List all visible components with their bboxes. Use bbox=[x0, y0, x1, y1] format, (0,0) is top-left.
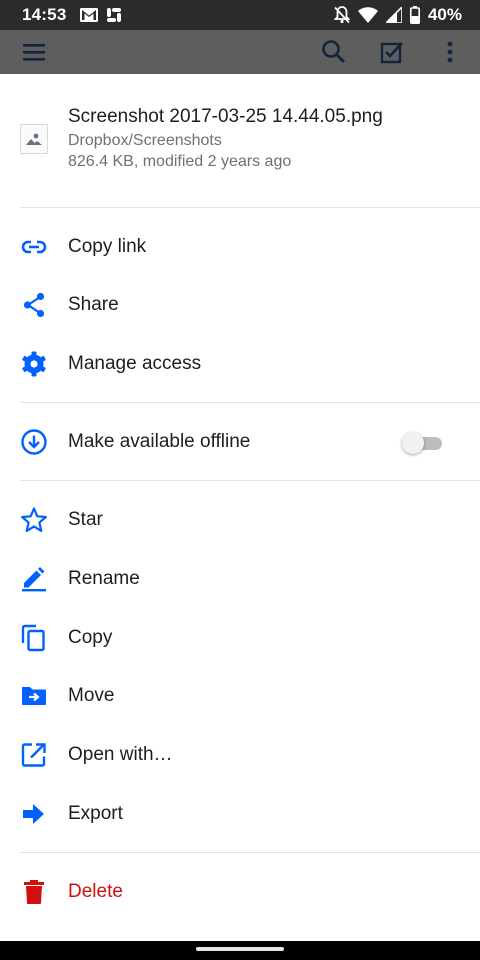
move-label: Move bbox=[68, 685, 115, 706]
star-label: Star bbox=[68, 509, 103, 530]
rename-label: Rename bbox=[68, 568, 140, 589]
copy-link-action[interactable]: Copy link bbox=[0, 218, 480, 276]
trash-icon bbox=[24, 880, 44, 904]
copy-action[interactable]: Copy bbox=[0, 609, 480, 667]
star-icon bbox=[21, 507, 47, 532]
select-icon[interactable] bbox=[380, 39, 404, 65]
menu-icon[interactable] bbox=[22, 41, 46, 63]
share-label: Share bbox=[68, 294, 119, 315]
export-action[interactable]: Export bbox=[0, 785, 480, 843]
file-path: Dropbox/Screenshots bbox=[68, 132, 222, 149]
make-offline-action[interactable]: Make available offline bbox=[0, 413, 480, 471]
make-offline-label: Make available offline bbox=[68, 431, 251, 452]
slack-icon bbox=[107, 8, 122, 22]
rename-action[interactable]: Rename bbox=[0, 550, 480, 608]
copy-icon bbox=[21, 624, 45, 652]
copy-link-label: Copy link bbox=[68, 236, 147, 257]
file-name: Screenshot 2017-03-25 14.44.05.png bbox=[68, 106, 383, 127]
battery-percentage: 40% bbox=[427, 5, 462, 24]
more-vert-icon[interactable] bbox=[443, 40, 457, 64]
file-actions-sheet: Screenshot 2017-03-25 14.44.05.png Dropb… bbox=[0, 74, 480, 941]
image-file-icon bbox=[20, 124, 48, 154]
open-with-label: Open with… bbox=[68, 744, 173, 765]
manage-access-label: Manage access bbox=[68, 353, 202, 374]
gmail-icon bbox=[80, 8, 99, 22]
notifications-off-icon bbox=[333, 6, 350, 24]
status-bar: 14:53 40% bbox=[0, 0, 480, 30]
share-action[interactable]: Share bbox=[0, 276, 480, 334]
share-icon bbox=[23, 292, 45, 318]
open-with-action[interactable]: Open with… bbox=[0, 726, 480, 784]
delete-label: Delete bbox=[68, 881, 123, 902]
wifi-icon bbox=[357, 7, 378, 23]
file-meta: 826.4 KB, modified 2 years ago bbox=[68, 153, 292, 170]
divider bbox=[20, 480, 480, 481]
open-external-icon bbox=[21, 743, 46, 767]
signal-icon bbox=[385, 7, 402, 23]
offline-download-icon bbox=[21, 429, 47, 455]
divider bbox=[20, 852, 480, 853]
star-action[interactable]: Star bbox=[0, 491, 480, 549]
home-gesture-handle[interactable] bbox=[196, 947, 284, 951]
divider bbox=[20, 402, 480, 403]
file-info-header: Screenshot 2017-03-25 14.44.05.png Dropb… bbox=[0, 74, 480, 207]
manage-access-action[interactable]: Manage access bbox=[0, 335, 480, 393]
export-arrow-icon bbox=[23, 804, 44, 824]
gear-icon bbox=[22, 351, 46, 377]
search-icon[interactable] bbox=[321, 39, 347, 65]
move-action[interactable]: Move bbox=[0, 667, 480, 725]
copy-label: Copy bbox=[68, 627, 113, 648]
pencil-icon bbox=[22, 567, 46, 592]
link-icon bbox=[21, 240, 47, 254]
offline-toggle[interactable] bbox=[402, 432, 442, 454]
app-bar-dimmed bbox=[0, 30, 480, 74]
delete-action[interactable]: Delete bbox=[0, 863, 480, 921]
battery-icon bbox=[409, 6, 420, 24]
divider bbox=[20, 207, 480, 208]
move-folder-icon bbox=[22, 687, 46, 705]
system-nav-bar bbox=[0, 941, 480, 960]
status-time: 14:53 bbox=[22, 5, 67, 24]
export-label: Export bbox=[68, 803, 123, 824]
